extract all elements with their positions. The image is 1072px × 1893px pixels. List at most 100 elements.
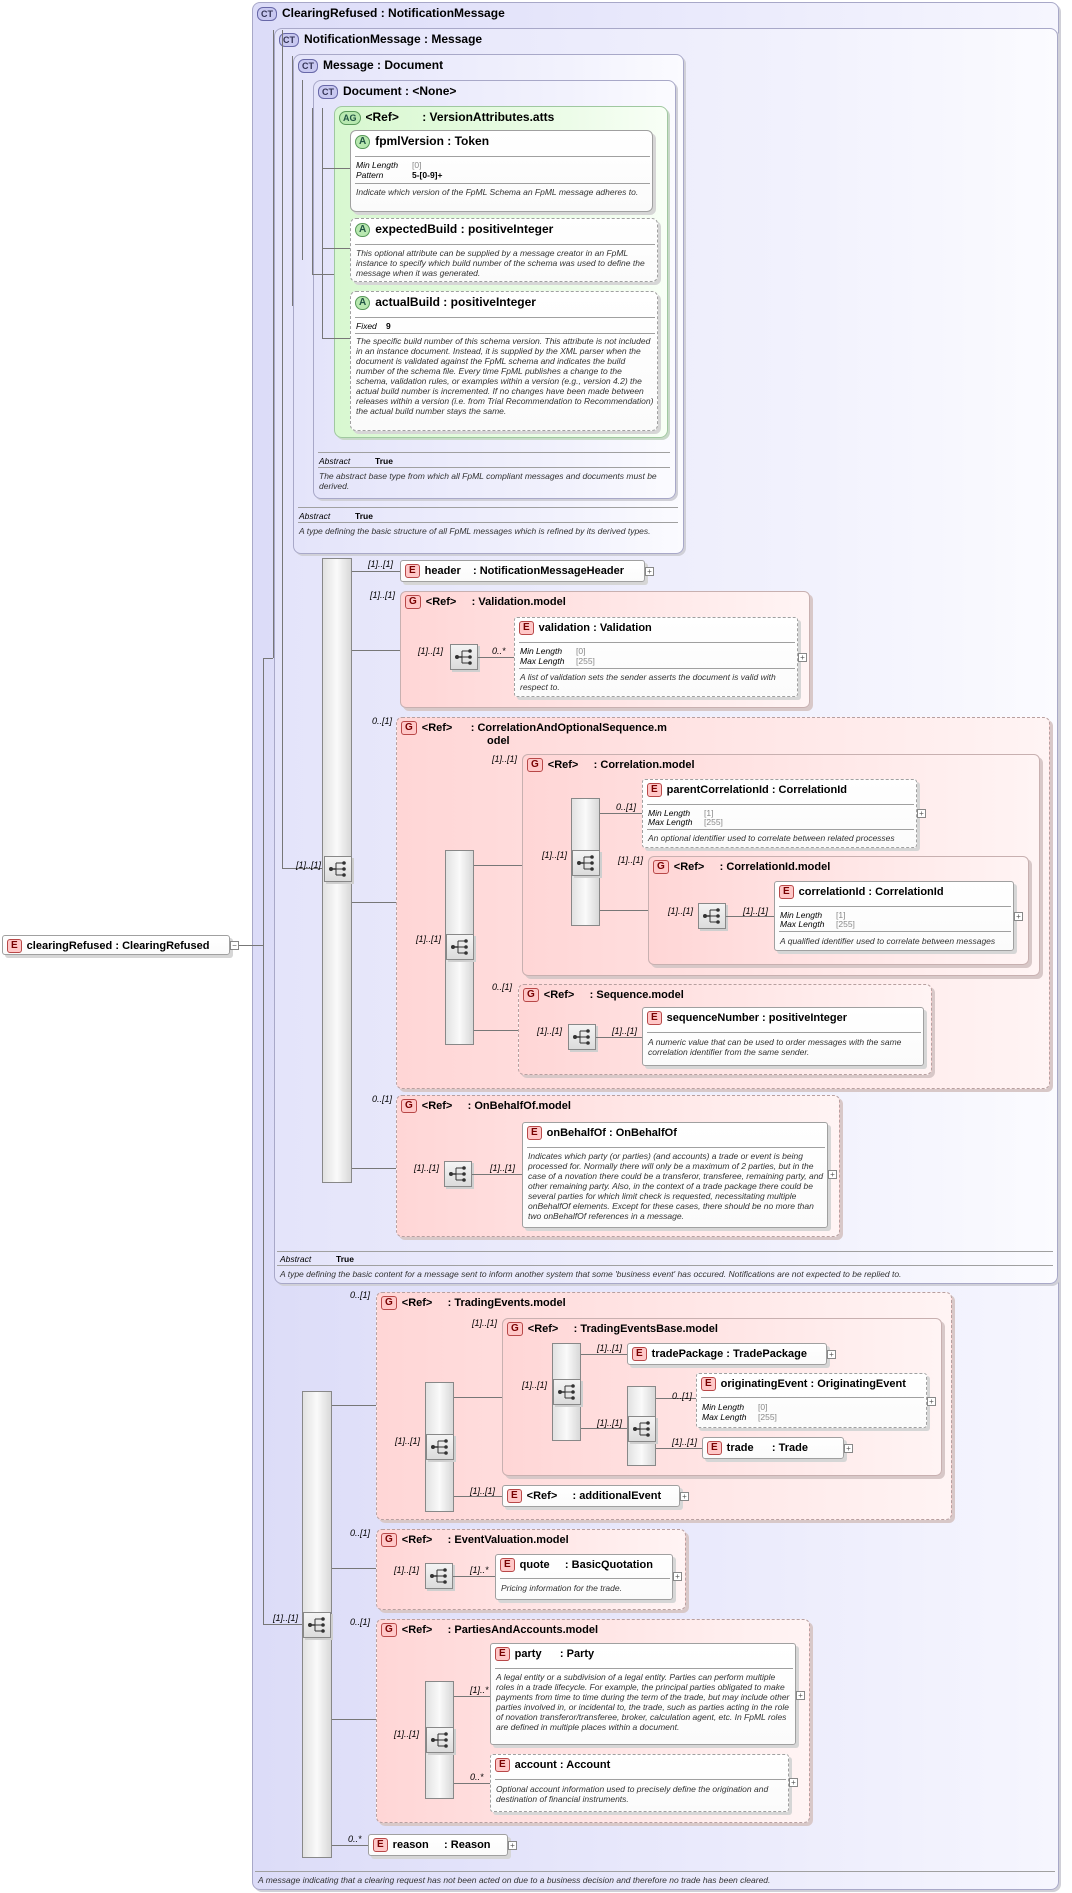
element-header-label: EonBehalfOf : OnBehalfOf: [527, 1126, 677, 1140]
expand-toggle[interactable]: +: [1014, 912, 1023, 921]
element-icon: E: [507, 1489, 522, 1503]
group-cardinality: 0..[1]: [350, 1290, 371, 1300]
group-icon: G: [507, 1322, 523, 1336]
sequence-icon[interactable]: [446, 934, 474, 960]
sequence-glyph-icon: [450, 939, 470, 955]
expand-toggle[interactable]: +: [917, 809, 926, 818]
element-validation[interactable]: Evalidation : Validation Min Length [0] M…: [514, 617, 798, 697]
expand-toggle[interactable]: +: [789, 1778, 798, 1787]
element-icon: E: [647, 783, 662, 797]
element-quote[interactable]: Equote : BasicQuotation Pricing informat…: [495, 1554, 673, 1600]
element-doc: A list of validation sets the sender ass…: [520, 672, 776, 692]
element-cardinality: [1]..[1]: [672, 1437, 698, 1447]
collapse-toggle[interactable]: −: [230, 941, 239, 950]
group-header: G <Ref> : Correlation.model: [527, 758, 695, 772]
ct-message-doc: A type defining the basic structure of a…: [299, 526, 651, 536]
expand-toggle[interactable]: +: [680, 1492, 689, 1501]
element-cardinality: [1]..[1]: [490, 1163, 516, 1173]
root-element-clearing-refused[interactable]: EclearingRefused : ClearingRefused: [2, 935, 230, 955]
group-cardinality: 0..[1]: [372, 1094, 393, 1104]
expand-toggle[interactable]: +: [796, 1691, 805, 1700]
ct-clearing-refused-doc: A message indicating that a clearing req…: [258, 1875, 771, 1885]
expand-toggle[interactable]: +: [673, 1572, 682, 1581]
group-header: G <Ref> : Sequence.model: [523, 988, 684, 1002]
sequence-glyph-icon: [448, 1166, 468, 1182]
expand-toggle[interactable]: +: [828, 1170, 837, 1179]
ct-document-doc: The abstract base type from which all Fp…: [319, 471, 657, 491]
abstract-facet: Abstract True: [280, 1254, 354, 1264]
expand-toggle[interactable]: +: [508, 1841, 517, 1850]
sequence-icon[interactable]: [568, 1024, 596, 1050]
sequence-icon[interactable]: [303, 1612, 331, 1638]
element-account[interactable]: Eaccount : Account Optional account info…: [490, 1754, 789, 1812]
sequence-icon[interactable]: [324, 856, 352, 882]
element-additional-event[interactable]: E <Ref> : additionalEvent: [502, 1485, 680, 1507]
sequence-icon[interactable]: [572, 850, 600, 876]
element-icon: E: [707, 1441, 722, 1455]
attribute-actual-build[interactable]: AactualBuild : positiveInteger Fixed 9 Th…: [350, 291, 658, 431]
element-sequence-number[interactable]: EsequenceNumber : positiveInteger A nume…: [642, 1007, 924, 1066]
expand-toggle[interactable]: +: [827, 1350, 836, 1359]
sequence-icon[interactable]: [425, 1563, 453, 1589]
complex-type-icon: CT: [298, 58, 318, 73]
sequence-icon[interactable]: [426, 1434, 454, 1460]
attribute-icon: A: [355, 295, 371, 310]
sequence-icon[interactable]: [698, 903, 726, 929]
expand-toggle[interactable]: +: [645, 567, 654, 576]
sequence-icon[interactable]: [444, 1161, 472, 1187]
attribute-expected-build[interactable]: AexpectedBuild : positiveInteger This op…: [350, 218, 658, 282]
element-cardinality: [1]..[1]: [597, 1343, 623, 1353]
sequence-cardinality: [1]..[1]: [418, 646, 444, 656]
sequence-glyph-icon: [454, 649, 474, 665]
element-header-label: EsequenceNumber : positiveInteger: [647, 1011, 847, 1025]
expand-toggle[interactable]: +: [927, 1397, 936, 1406]
sequence-icon[interactable]: [628, 1416, 656, 1442]
attribute-doc: This optional attribute can be supplied …: [356, 248, 645, 278]
group-icon: G: [401, 721, 417, 735]
element-party[interactable]: Eparty : Party A legal entity or a subdi…: [490, 1643, 796, 1745]
group-header: G <Ref> : OnBehalfOf.model: [401, 1099, 571, 1113]
sequence-glyph-icon: [307, 1617, 327, 1633]
element-cardinality: [1]..[1]: [743, 906, 769, 916]
sequence-cardinality: [1]..[1]: [668, 906, 694, 916]
attribute-fpml-version[interactable]: AfpmlVersion : Token Min Length [0] Patte…: [350, 130, 653, 212]
group-header: G <Ref> : EventValuation.model: [381, 1533, 569, 1547]
element-cardinality: [1]..*: [470, 1565, 489, 1575]
sequence-cardinality: [1]..[1]: [394, 1565, 420, 1575]
sequence-icon[interactable]: [426, 1727, 454, 1753]
sequence-glyph-icon: [576, 855, 596, 871]
element-trade[interactable]: Etrade : Trade: [702, 1437, 844, 1459]
element-parent-correlation-id[interactable]: EparentCorrelationId : CorrelationId Min…: [642, 779, 917, 848]
element-trade-package[interactable]: EtradePackage : TradePackage: [627, 1343, 827, 1365]
element-on-behalf-of[interactable]: EonBehalfOf : OnBehalfOf Indicates which…: [522, 1122, 828, 1228]
expand-toggle[interactable]: +: [798, 653, 807, 662]
group-icon: G: [527, 758, 543, 772]
element-correlation-id[interactable]: EcorrelationId : CorrelationId Min Lengt…: [774, 881, 1014, 951]
element-doc: A legal entity or a subdivision of a leg…: [496, 1672, 790, 1732]
attribute-doc: The specific build number of this schema…: [356, 336, 654, 416]
header-cardinality: [1]..[1]: [368, 559, 394, 569]
expand-toggle[interactable]: +: [844, 1444, 853, 1453]
attribute-group-icon: AG: [339, 110, 361, 125]
element-header-label: Ereason : Reason: [373, 1838, 491, 1852]
element-header[interactable]: Eheader : NotificationMessageHeader: [400, 560, 645, 582]
attribute-header: AactualBuild : positiveInteger: [355, 295, 536, 310]
choice-icon[interactable]: [553, 1379, 581, 1405]
facet-pattern: Pattern 5-[0-9]+: [356, 170, 443, 180]
element-doc: A qualified identifier used to correlate…: [780, 936, 996, 946]
group-header: G <Ref> : TradingEvents.model: [381, 1296, 566, 1310]
ct-notification-message-doc: A type defining the basic content for a …: [280, 1269, 902, 1279]
group-cardinality: 0..[1]: [350, 1528, 371, 1538]
group-header: G <Ref> : TradingEventsBase.model: [507, 1322, 718, 1336]
element-originating-event[interactable]: EoriginatingEvent : OriginatingEvent Min…: [696, 1373, 927, 1428]
sequence-cardinality: [1]..[1]: [296, 860, 322, 870]
element-reason[interactable]: Ereason : Reason: [368, 1834, 508, 1856]
element-header: EclearingRefused : ClearingRefused: [7, 939, 209, 953]
group-cardinality: [1]..[1]: [492, 754, 518, 764]
facet-fixed: Fixed 9: [356, 321, 391, 331]
element-doc: A numeric value that can be used to orde…: [648, 1037, 902, 1057]
sequence-icon[interactable]: [450, 644, 478, 670]
sequence-cardinality: [1]..[1]: [395, 1436, 421, 1446]
complex-type-icon: CT: [257, 6, 277, 21]
choice-cardinality: [1]..[1]: [522, 1380, 548, 1390]
